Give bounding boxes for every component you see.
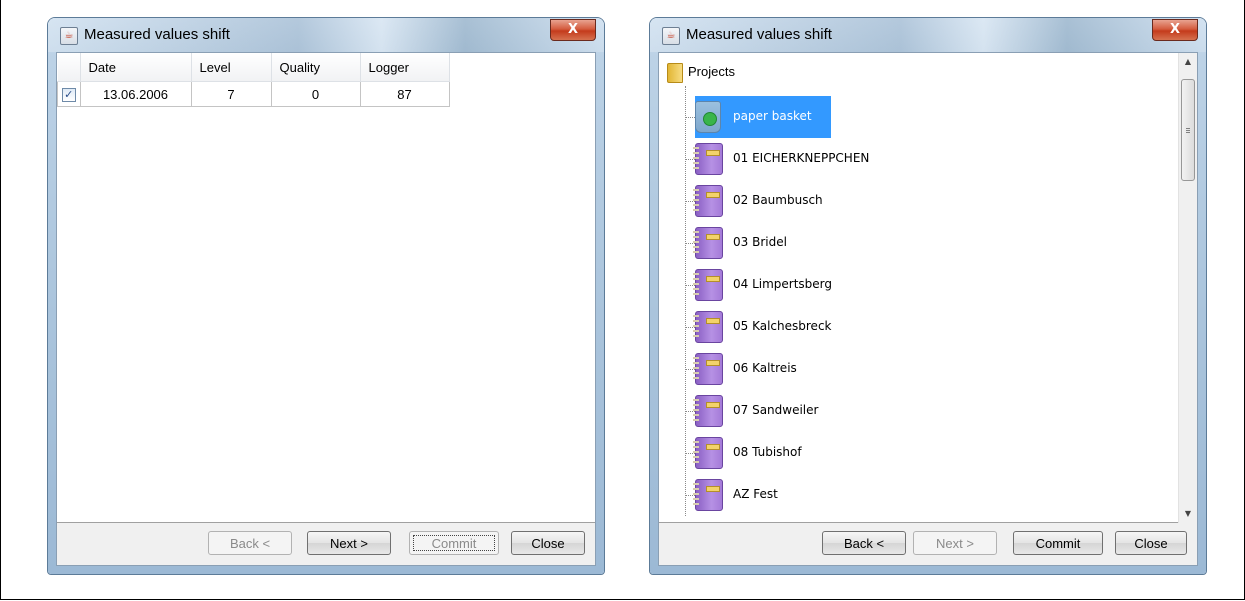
close-button[interactable]: Close <box>511 531 585 555</box>
commit-button[interactable]: Commit <box>409 531 499 555</box>
notebook-icon <box>693 479 723 511</box>
tree-item-label: 05 Kalchesbreck <box>733 319 832 333</box>
dialog-button-row: Back < Next > Commit Close <box>659 523 1197 565</box>
scroll-down-arrow-icon[interactable]: ▼ <box>1179 505 1197 523</box>
notebook-icon <box>693 395 723 427</box>
column-header-date[interactable]: Date <box>80 53 192 82</box>
values-table: Date Level Quality Logger ✓ 13.06.2006 7… <box>57 53 450 107</box>
tree-item-label: 04 Limpertsberg <box>733 277 833 291</box>
notebook-icon <box>693 311 723 343</box>
cell-quality[interactable]: 0 <box>270 81 361 107</box>
tree-item-label: 02 Baumbusch <box>733 193 823 207</box>
notebook-icon <box>693 227 723 259</box>
commit-button[interactable]: Commit <box>1013 531 1103 555</box>
tree-item-label: paper basket <box>733 109 812 123</box>
notebook-icon <box>693 437 723 469</box>
notebook-icon <box>693 269 723 301</box>
window-close-button[interactable]: X <box>550 19 596 41</box>
scrollbar-thumb[interactable] <box>1181 79 1195 181</box>
tree-connector-line <box>685 86 686 516</box>
window-close-button[interactable]: X <box>1152 19 1198 41</box>
column-header-quality[interactable]: Quality <box>271 53 361 82</box>
tree-item-label: 06 Kaltreis <box>733 361 797 375</box>
cell-level[interactable]: 7 <box>190 81 272 107</box>
tree-item-label: 08 Tubishof <box>733 445 802 459</box>
notebook-icon <box>693 143 723 175</box>
back-button[interactable]: Back < <box>208 531 292 555</box>
title-bar[interactable]: ☕ Measured values shift X <box>650 18 1206 52</box>
tree-root-label: Projects <box>688 64 735 79</box>
window-title: Measured values shift <box>686 26 832 43</box>
folder-icon <box>667 63 683 83</box>
column-header-logger[interactable]: Logger <box>360 53 450 82</box>
java-app-icon: ☕ <box>60 27 78 45</box>
back-button[interactable]: Back < <box>822 531 906 555</box>
tree-item-label: AZ Fest <box>733 487 778 501</box>
values-table-area: Date Level Quality Logger ✓ 13.06.2006 7… <box>57 53 595 523</box>
notebook-icon <box>693 353 723 385</box>
tree-item-label: 07 Sandweiler <box>733 403 819 417</box>
recycle-bin-icon <box>695 101 721 133</box>
dialog-client-area: Projects paper basket 01 EICHERKNEPPCHEN… <box>658 52 1198 566</box>
title-bar[interactable]: ☕ Measured values shift X <box>48 18 604 52</box>
cell-logger[interactable]: 87 <box>359 81 450 107</box>
dialog-client-area: Date Level Quality Logger ✓ 13.06.2006 7… <box>56 52 596 566</box>
column-header-level[interactable]: Level <box>191 53 272 82</box>
cell-date[interactable]: 13.06.2006 <box>79 81 192 107</box>
window-title: Measured values shift <box>84 26 230 43</box>
grip-icon <box>1186 128 1190 134</box>
table-row[interactable]: ✓ 13.06.2006 7 0 87 <box>57 81 450 107</box>
column-header-select[interactable] <box>57 53 81 82</box>
close-button[interactable]: Close <box>1115 531 1187 555</box>
dialog-button-row: Back < Next > Commit Close <box>57 523 595 565</box>
vertical-scrollbar[interactable]: ▲ ▼ <box>1178 53 1197 523</box>
project-tree: Projects paper basket 01 EICHERKNEPPCHEN… <box>659 53 1197 523</box>
tree-item-label: 01 EICHERKNEPPCHEN <box>733 151 870 165</box>
next-button[interactable]: Next > <box>913 531 997 555</box>
row-checkbox-cell[interactable]: ✓ <box>57 81 81 107</box>
notebook-icon <box>693 185 723 217</box>
next-button[interactable]: Next > <box>307 531 391 555</box>
measured-values-shift-dialog-table: ☕ Measured values shift X Date Level Qua… <box>48 18 604 574</box>
tree-item-label: 03 Bridel <box>733 235 787 249</box>
scroll-up-arrow-icon[interactable]: ▲ <box>1179 53 1197 71</box>
row-checkbox[interactable]: ✓ <box>61 87 76 102</box>
measured-values-shift-dialog-tree: ☕ Measured values shift X Projects paper… <box>650 18 1206 574</box>
java-app-icon: ☕ <box>662 27 680 45</box>
